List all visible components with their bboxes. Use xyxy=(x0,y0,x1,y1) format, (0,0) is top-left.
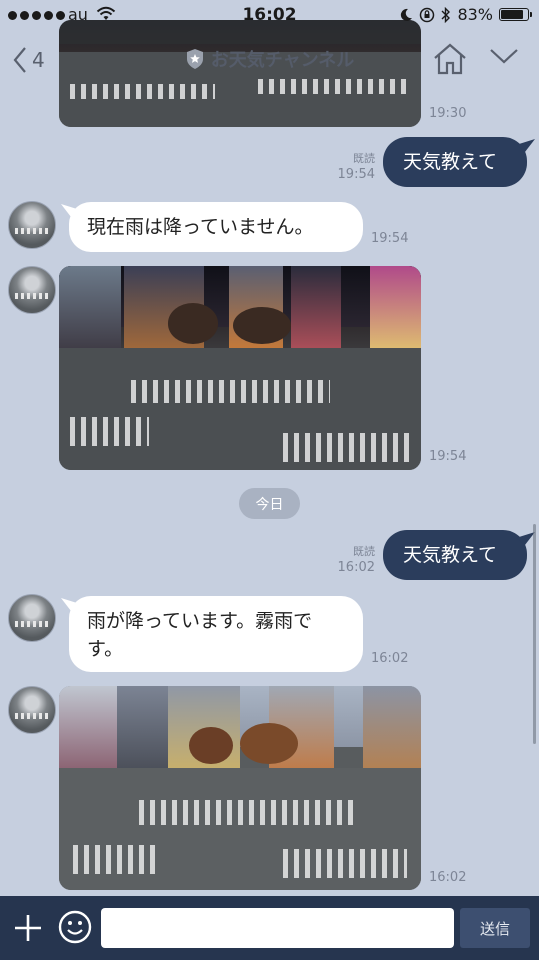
battery-percentage: 83% xyxy=(457,5,493,24)
message-meta: 既読 16:02 xyxy=(330,544,375,576)
read-receipt: 既読 xyxy=(353,545,375,558)
outgoing-message-bubble[interactable]: 天気教えて xyxy=(383,137,527,187)
message-time: 16:02 xyxy=(429,870,467,885)
message-time: 16:02 xyxy=(371,651,409,666)
plus-icon[interactable] xyxy=(12,912,44,944)
message-input-bar: 送信 xyxy=(0,896,539,960)
incoming-message-bubble[interactable]: 現在雨は降っていません。 xyxy=(69,202,363,252)
avatar[interactable] xyxy=(8,266,56,314)
emoji-icon[interactable] xyxy=(58,910,92,944)
message-time: 19:54 xyxy=(429,449,467,464)
avatar[interactable] xyxy=(8,201,56,249)
scrollbar[interactable] xyxy=(533,524,536,744)
message-input[interactable] xyxy=(101,908,454,948)
message-time: 19:30 xyxy=(429,106,467,121)
chat-photo[interactable] xyxy=(59,686,421,890)
message-time: 16:02 xyxy=(337,560,375,575)
official-account-badge-icon xyxy=(186,49,203,69)
message-time: 19:54 xyxy=(337,167,375,182)
moon-icon xyxy=(401,8,413,21)
bluetooth-icon xyxy=(441,6,451,23)
message-time: 19:54 xyxy=(371,231,409,246)
incoming-message-bubble[interactable]: 雨が降っています。霧雨です。 xyxy=(69,596,363,672)
rotation-lock-icon xyxy=(420,7,435,22)
date-separator: 今日 xyxy=(239,488,300,519)
message-meta: 既読 19:54 xyxy=(330,151,375,183)
avatar[interactable] xyxy=(8,686,56,734)
chat-photo[interactable] xyxy=(59,266,421,470)
outgoing-message-bubble[interactable]: 天気教えて xyxy=(383,530,527,580)
avatar[interactable] xyxy=(8,594,56,642)
read-receipt: 既読 xyxy=(353,152,375,165)
battery-icon xyxy=(499,8,532,21)
chat-header: 4 お天気チャンネル xyxy=(0,32,539,90)
home-icon[interactable] xyxy=(432,42,468,76)
send-button[interactable]: 送信 xyxy=(460,908,530,948)
chevron-down-icon[interactable] xyxy=(488,46,520,66)
chat-title-text: お天気チャンネル xyxy=(210,50,355,71)
status-bar: au 16:02 83% xyxy=(0,0,539,32)
